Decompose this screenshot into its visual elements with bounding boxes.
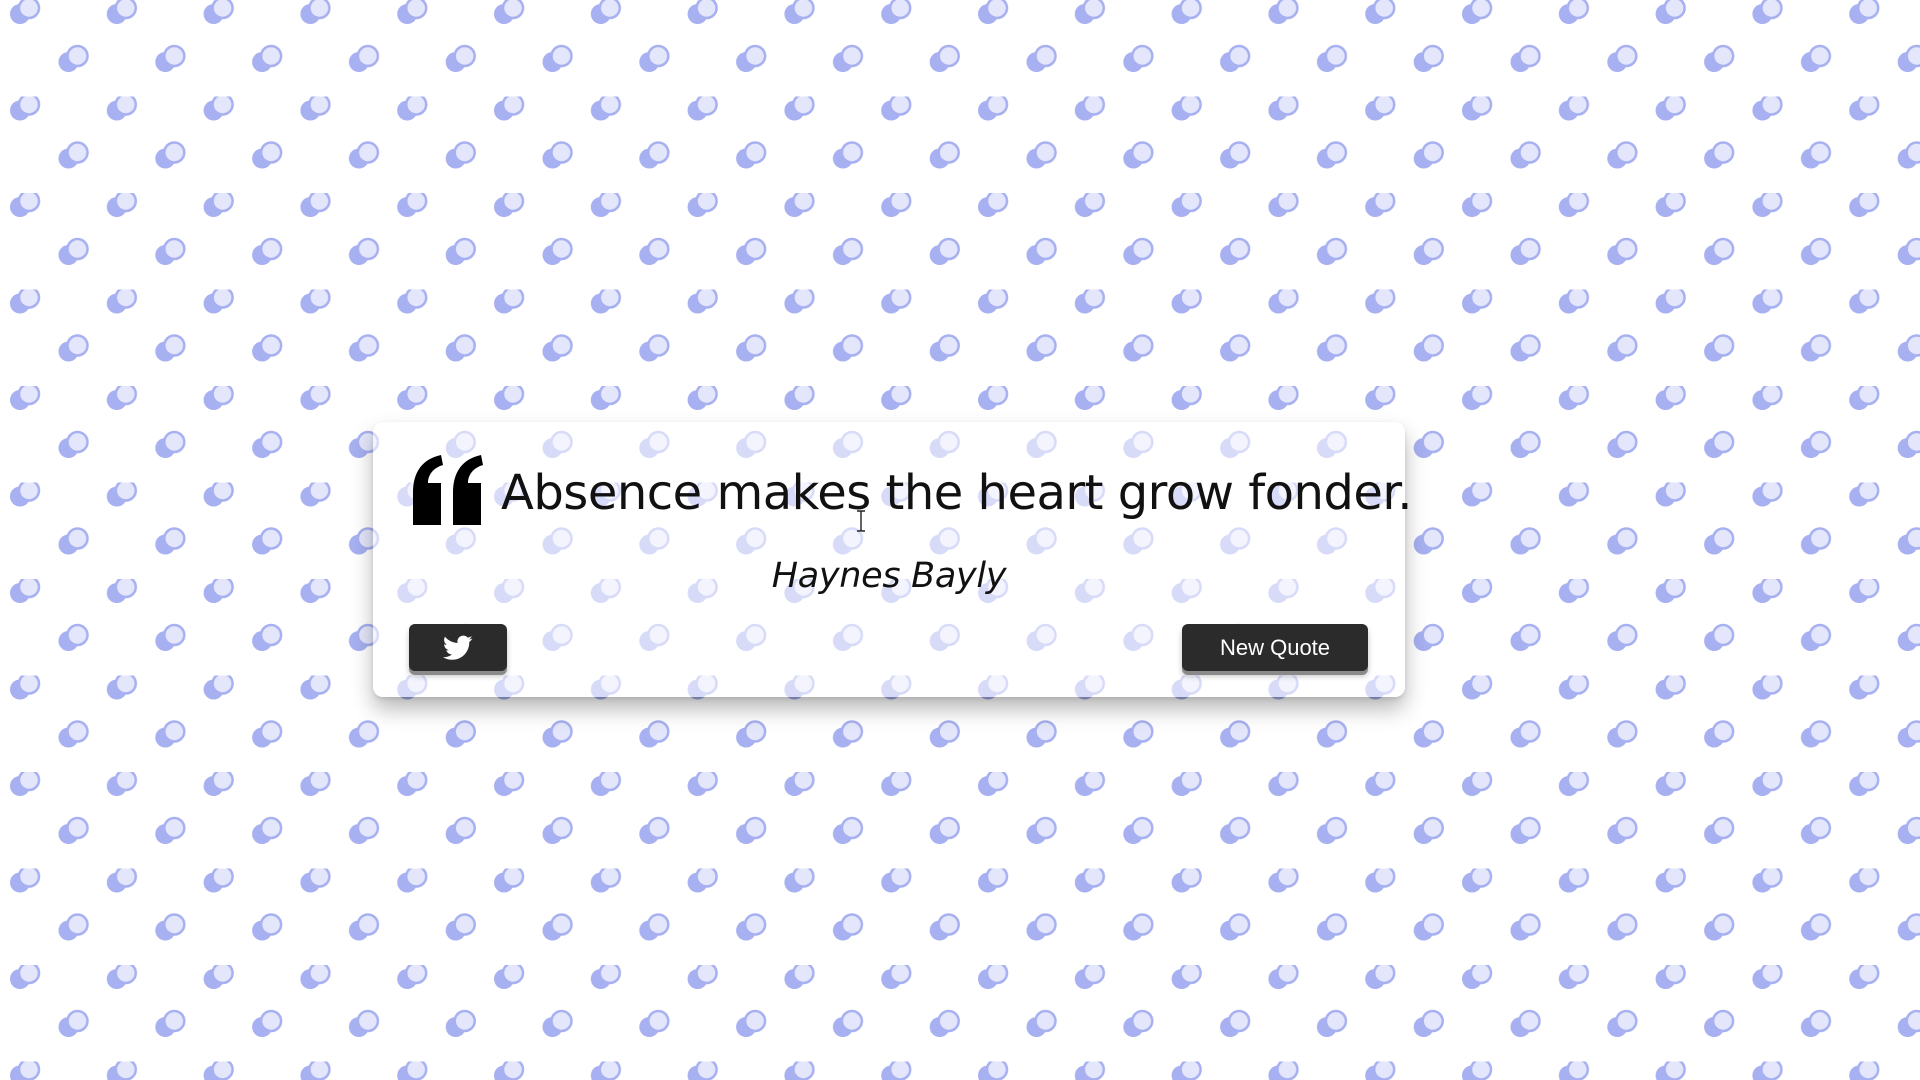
quote-left-icon — [413, 455, 483, 525]
tweet-button[interactable] — [409, 624, 507, 671]
text-cursor-icon — [857, 510, 865, 532]
quote-author: Haynes Bayly — [771, 556, 1007, 596]
quote-card: Absence makes the heart grow fonder. Hay… — [373, 422, 1413, 697]
quote-text: Absence makes the heart grow fonder. — [501, 465, 1413, 521]
quote-row: Absence makes the heart grow fonder. — [407, 448, 1413, 538]
new-quote-button[interactable]: New Quote — [1182, 624, 1368, 671]
twitter-icon — [443, 635, 473, 660]
